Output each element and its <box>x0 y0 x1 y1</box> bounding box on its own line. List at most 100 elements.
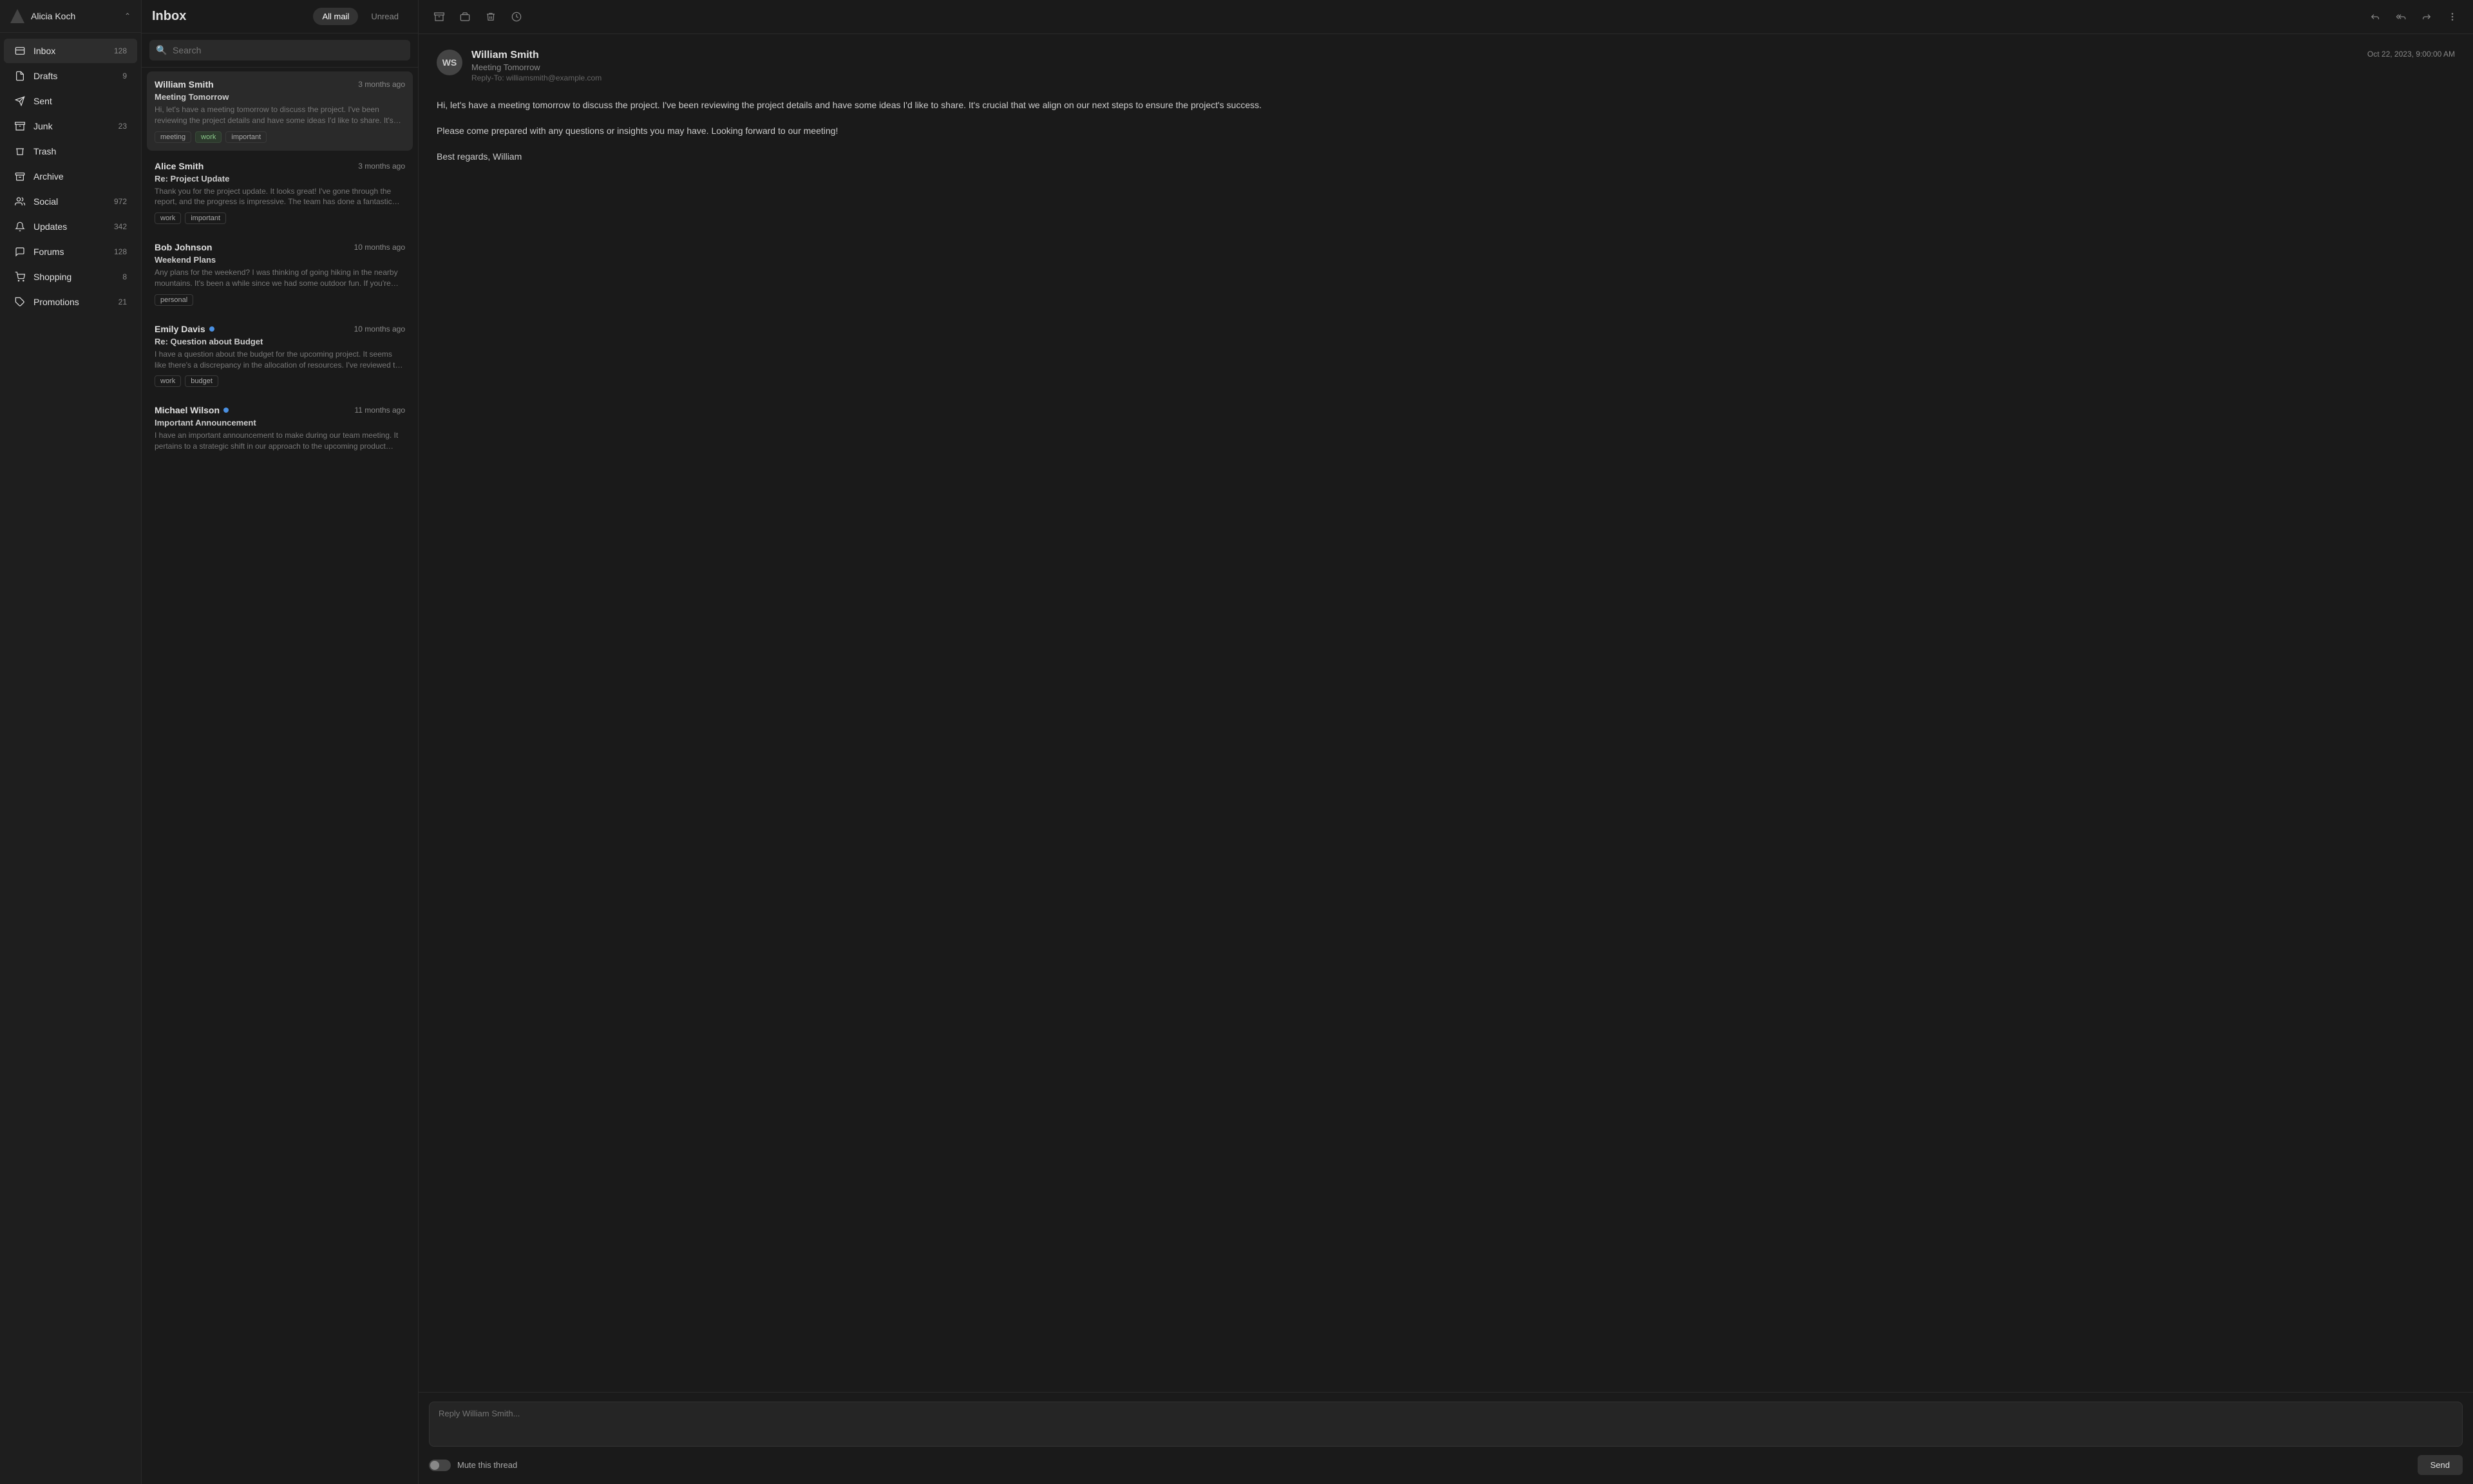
email-tag: important <box>185 212 226 224</box>
email-preview: I have an important announcement to make… <box>155 430 405 452</box>
email-tags: personal <box>155 294 405 306</box>
filter-unread-button[interactable]: Unread <box>362 8 408 25</box>
email-tag: meeting <box>155 131 191 143</box>
sidebar-item-inbox[interactable]: Inbox 128 <box>4 39 137 63</box>
mute-toggle[interactable] <box>429 1460 451 1471</box>
detail-subject: Meeting Tomorrow <box>471 62 2358 72</box>
email-sender: Alice Smith <box>155 161 204 171</box>
email-time: 3 months ago <box>358 162 405 171</box>
sidebar-label-updates: Updates <box>33 221 106 232</box>
toggle-knob <box>430 1461 439 1470</box>
sidebar-item-trash[interactable]: Trash <box>4 139 137 164</box>
send-button[interactable]: Send <box>2418 1455 2463 1475</box>
snooze-button[interactable] <box>506 6 527 27</box>
detail-reply-to: Reply-To: williamsmith@example.com <box>471 73 2358 82</box>
sidebar-nav: Inbox 128 Drafts 9 Sent Junk 23 Trash Ar… <box>0 33 141 320</box>
sidebar-item-updates[interactable]: Updates 342 <box>4 214 137 239</box>
reply-textarea[interactable] <box>429 1402 2463 1447</box>
forward-button[interactable] <box>2416 6 2437 27</box>
email-detail-content: WS William Smith Meeting Tomorrow Reply-… <box>419 34 2473 1392</box>
bell-icon <box>14 221 26 232</box>
email-subject: Weekend Plans <box>155 255 405 265</box>
email-preview: Any plans for the weekend? I was thinkin… <box>155 267 405 289</box>
archive-icon <box>14 120 26 132</box>
sidebar-item-drafts[interactable]: Drafts 9 <box>4 64 137 88</box>
reply-button[interactable] <box>2365 6 2385 27</box>
email-subject: Re: Project Update <box>155 174 405 183</box>
detail-body-paragraph: Hi, let's have a meeting tomorrow to dis… <box>437 98 2455 113</box>
sidebar-label-drafts: Drafts <box>33 71 115 81</box>
nav-count-social: 972 <box>114 197 127 206</box>
reply-all-button[interactable] <box>2391 6 2411 27</box>
sidebar-label-forums: Forums <box>33 247 106 257</box>
email-tag: work <box>155 212 181 224</box>
sidebar-item-shopping[interactable]: Shopping 8 <box>4 265 137 289</box>
sidebar-label-trash: Trash <box>33 146 127 156</box>
email-list: William Smith 3 months ago Meeting Tomor… <box>142 68 418 1484</box>
archive2-icon <box>14 171 26 182</box>
email-sender: William Smith <box>155 79 214 89</box>
search-bar: 🔍 <box>142 33 418 68</box>
nav-count-drafts: 9 <box>122 71 127 80</box>
search-input[interactable] <box>149 40 410 61</box>
sidebar-item-junk[interactable]: Junk 23 <box>4 114 137 138</box>
users-icon <box>14 196 26 207</box>
search-icon: 🔍 <box>156 45 167 56</box>
unread-indicator <box>223 408 229 413</box>
sidebar-label-shopping: Shopping <box>33 272 115 282</box>
sidebar-item-promotions[interactable]: Promotions 21 <box>4 290 137 314</box>
sidebar-label-archive: Archive <box>33 171 127 182</box>
email-tag: work <box>155 375 181 387</box>
more-button[interactable] <box>2442 6 2463 27</box>
account-header[interactable]: Alicia Koch ⌃ <box>0 0 141 33</box>
move-junk-button[interactable] <box>455 6 475 27</box>
sidebar-item-social[interactable]: Social 972 <box>4 189 137 214</box>
email-list-item[interactable]: Bob Johnson 10 months ago Weekend Plans … <box>147 234 413 314</box>
sidebar-label-sent: Sent <box>33 96 127 106</box>
email-list-item[interactable]: Michael Wilson 11 months ago Important A… <box>147 397 413 460</box>
detail-header: WS William Smith Meeting Tomorrow Reply-… <box>437 50 2455 82</box>
reply-footer: Mute this thread Send <box>429 1455 2463 1475</box>
unread-indicator <box>209 326 214 332</box>
email-tags: work important <box>155 212 405 224</box>
email-item-header: Emily Davis 10 months ago <box>155 324 405 334</box>
email-list-item[interactable]: William Smith 3 months ago Meeting Tomor… <box>147 71 413 151</box>
shopping-icon <box>14 271 26 283</box>
email-item-header: Alice Smith 3 months ago <box>155 161 405 171</box>
email-preview: Hi, let's have a meeting tomorrow to dis… <box>155 104 405 126</box>
archive-button[interactable] <box>429 6 450 27</box>
email-sender: Emily Davis <box>155 324 214 334</box>
sidebar-label-inbox: Inbox <box>33 46 106 56</box>
nav-count-promotions: 21 <box>118 297 127 306</box>
email-list-item[interactable]: Alice Smith 3 months ago Re: Project Upd… <box>147 153 413 232</box>
email-tags: workbudget <box>155 375 405 387</box>
delete-button[interactable] <box>480 6 501 27</box>
detail-body-paragraph: Best regards, William <box>437 149 2455 165</box>
email-time: 11 months ago <box>355 406 406 415</box>
mute-label: Mute this thread <box>457 1460 517 1470</box>
sidebar-label-promotions: Promotions <box>33 297 111 307</box>
email-sender: Michael Wilson <box>155 405 229 415</box>
email-list-panel: Inbox All mail Unread 🔍 William Smith 3 … <box>142 0 419 1484</box>
email-time: 10 months ago <box>354 324 405 333</box>
email-subject: Important Announcement <box>155 418 405 427</box>
sidebar-item-sent[interactable]: Sent <box>4 89 137 113</box>
page-title: Inbox <box>152 9 186 24</box>
message-icon <box>14 246 26 258</box>
detail-toolbar <box>419 0 2473 34</box>
sidebar-label-junk: Junk <box>33 121 111 131</box>
email-tag: work <box>195 131 222 143</box>
nav-count-inbox: 128 <box>114 46 127 55</box>
email-detail-panel: WS William Smith Meeting Tomorrow Reply-… <box>419 0 2473 1484</box>
content-area: Inbox All mail Unread 🔍 William Smith 3 … <box>142 0 2473 1484</box>
email-list-item[interactable]: Emily Davis 10 months ago Re: Question a… <box>147 316 413 395</box>
email-item-header: William Smith 3 months ago <box>155 79 405 89</box>
sidebar-item-archive[interactable]: Archive <box>4 164 137 189</box>
nav-count-junk: 23 <box>118 122 127 131</box>
filter-all-button[interactable]: All mail <box>313 8 358 25</box>
send-icon <box>14 95 26 107</box>
detail-sender-name: William Smith <box>471 50 2358 61</box>
email-time: 3 months ago <box>358 80 405 89</box>
detail-meta: William Smith Meeting Tomorrow Reply-To:… <box>471 50 2358 82</box>
sidebar-item-forums[interactable]: Forums 128 <box>4 240 137 264</box>
